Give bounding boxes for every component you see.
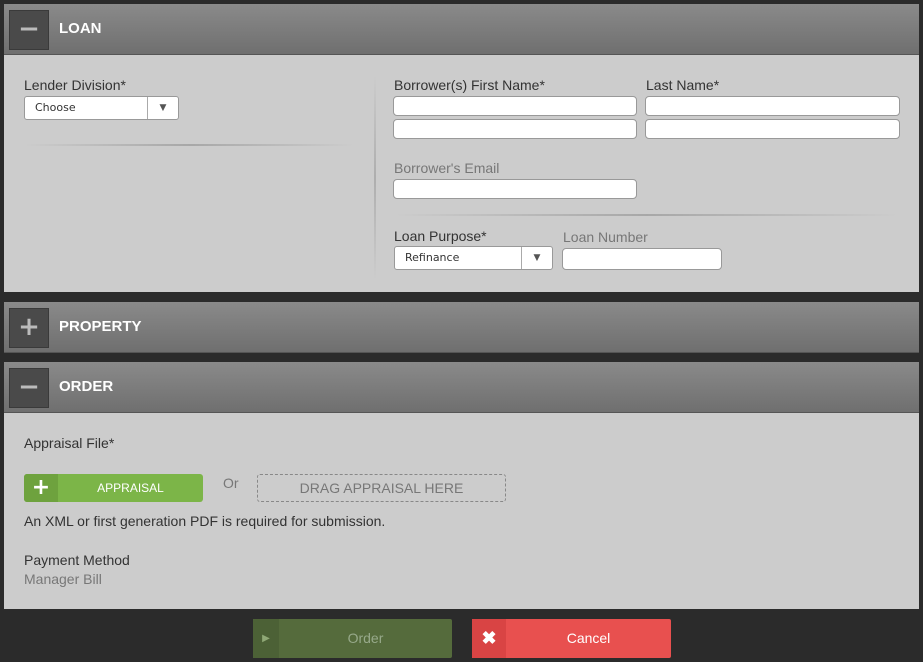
expand-icon[interactable]: +	[9, 308, 49, 348]
requirement-note: An XML or first generation PDF is requir…	[24, 513, 386, 529]
order-section-title: ORDER	[59, 378, 114, 395]
email-input[interactable]	[393, 179, 637, 199]
order-section-header[interactable]: − ORDER	[4, 362, 919, 413]
loan-number-input[interactable]	[562, 248, 722, 270]
first-name-label: Borrower(s) First Name*	[394, 77, 545, 93]
lender-division-value: Choose	[35, 101, 76, 114]
chevron-down-icon: ▼	[521, 247, 552, 269]
first-name-input-1[interactable]	[393, 96, 637, 116]
loan-number-label: Loan Number	[563, 229, 648, 245]
divider	[24, 144, 354, 146]
play-icon: ▶	[253, 619, 279, 658]
property-section-header[interactable]: + PROPERTY	[4, 302, 919, 353]
column-divider	[374, 75, 376, 280]
last-name-input-2[interactable]	[645, 119, 900, 139]
appraisal-file-label: Appraisal File*	[24, 435, 115, 451]
order-button[interactable]: ▶ Order	[253, 619, 452, 658]
collapse-icon[interactable]: −	[9, 368, 49, 408]
loan-purpose-select[interactable]: Refinance ▼	[394, 246, 553, 270]
divider	[394, 214, 899, 216]
chevron-down-icon: ▼	[147, 97, 178, 119]
last-name-input-1[interactable]	[645, 96, 900, 116]
or-text: Or	[223, 475, 239, 491]
order-button-label: Order	[347, 630, 384, 646]
plus-icon: +	[24, 474, 58, 502]
lender-division-label: Lender Division*	[24, 77, 126, 93]
loan-section-header[interactable]: − LOAN	[4, 4, 919, 55]
loan-purpose-label: Loan Purpose*	[394, 228, 487, 244]
order-section-body	[4, 413, 919, 609]
upload-appraisal-label: APPRAISAL	[97, 481, 164, 495]
close-icon: ✖	[472, 619, 506, 658]
lender-division-select[interactable]: Choose ▼	[24, 96, 179, 120]
cancel-button[interactable]: ✖ Cancel	[472, 619, 671, 658]
payment-method-label: Payment Method	[24, 552, 130, 568]
cancel-button-label: Cancel	[566, 630, 611, 646]
email-label: Borrower's Email	[394, 160, 500, 176]
last-name-label: Last Name*	[646, 77, 720, 93]
loan-section-body: Lender Division* Choose ▼ Borrower(s) Fi…	[4, 55, 919, 292]
payment-method-value: Manager Bill	[24, 571, 102, 587]
property-section-title: PROPERTY	[59, 318, 142, 335]
loan-section-title: LOAN	[59, 20, 102, 37]
collapse-icon[interactable]: −	[9, 10, 49, 50]
appraisal-drop-zone[interactable]: DRAG APPRAISAL HERE	[257, 474, 506, 502]
upload-appraisal-button[interactable]: + APPRAISAL	[24, 474, 203, 502]
loan-purpose-value: Refinance	[405, 251, 460, 264]
first-name-input-2[interactable]	[393, 119, 637, 139]
